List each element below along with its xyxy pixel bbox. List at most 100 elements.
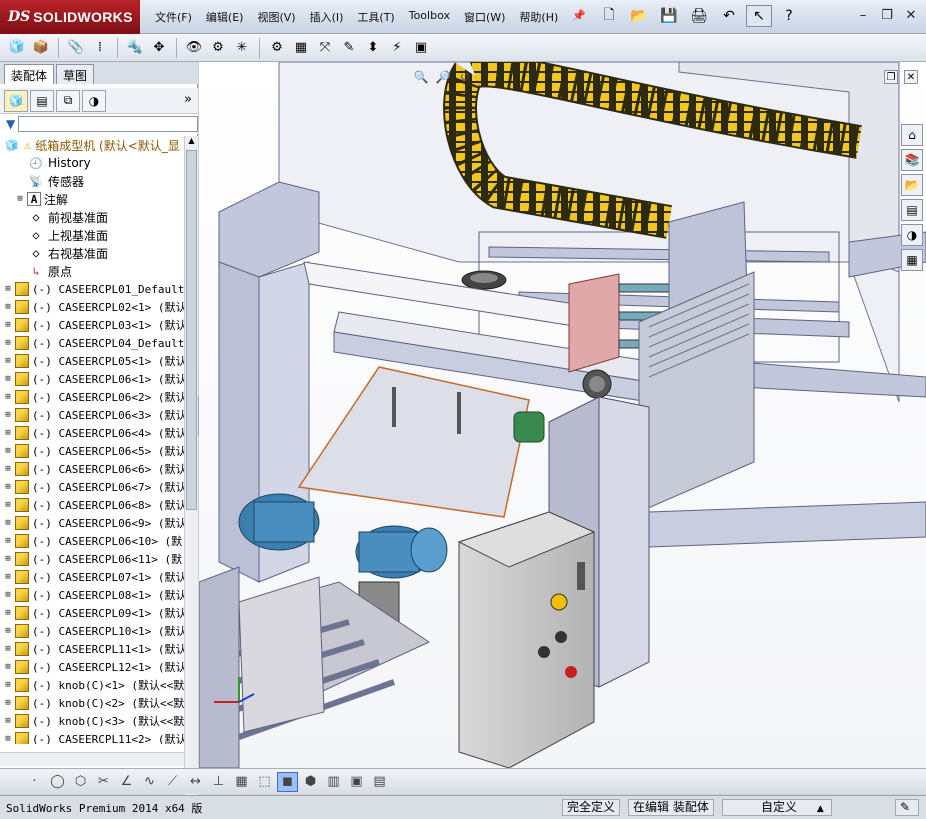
tree-item[interactable]: ⊞ (-) CASEERCPL02<1> (默认 (2, 298, 184, 316)
reference-geometry-icon[interactable]: ✳ (231, 37, 253, 59)
expand-plus-icon[interactable]: ⊞ (2, 374, 14, 384)
instant3d-icon[interactable]: ⬍ (362, 37, 384, 59)
viewport-close-icon[interactable]: ✕ (904, 70, 918, 84)
expand-plus-icon[interactable]: ⊞ (2, 464, 14, 474)
tree-item[interactable]: ⊞ A 注解 (14, 190, 184, 208)
tab-assembly[interactable]: 装配体 (4, 64, 55, 84)
display-manager-icon[interactable]: ◑ (82, 89, 106, 112)
restore-icon[interactable]: ❐ (876, 6, 898, 24)
tree-item[interactable]: ⊞ (-) CASEERCPL06<2> (默认 (2, 388, 184, 406)
edit-component-icon[interactable]: 🧊 (6, 37, 28, 59)
shaded-cube-icon[interactable]: ◼ (277, 771, 298, 792)
file-explorer-icon[interactable]: 📂 (901, 174, 923, 196)
tree-item[interactable]: ⊞ (-) CASEERCPL08<1> (默认 (2, 586, 184, 604)
tree-item[interactable]: ◇ 右视基准面 (14, 244, 184, 262)
spline-icon[interactable]: ∿ (139, 772, 160, 792)
tree-item[interactable]: ⊞ (-) CASEERCPL06<7> (默认 (2, 478, 184, 496)
grid-icon[interactable]: ▦ (231, 772, 252, 792)
tree-item[interactable]: ◇ 前视基准面 (14, 208, 184, 226)
units-dropdown-icon[interactable]: ▲ (817, 804, 824, 814)
tree-item[interactable]: ⊞ (-) CASEERCPL09<1> (默认 (2, 604, 184, 622)
scroll-thumb[interactable] (186, 150, 197, 510)
expand-plus-icon[interactable]: ⊞ (14, 194, 26, 204)
tree-item[interactable]: ⊞ (-) CASEERCPL06<10> (默 (2, 532, 184, 550)
configuration-manager-icon[interactable]: ⧉ (56, 89, 80, 112)
expand-plus-icon[interactable]: ⊞ (2, 626, 14, 636)
menu-insert[interactable]: 插入(I) (303, 9, 351, 25)
tree-item[interactable]: ⊞ (-) CASEERCPL07<1> (默认 (2, 568, 184, 586)
close-icon[interactable]: ✕ (900, 6, 922, 24)
pin-icon[interactable]: 📌 (565, 9, 593, 25)
menu-window[interactable]: 窗口(W) (457, 9, 512, 25)
expand-plus-icon[interactable]: ⊞ (2, 446, 14, 456)
previous-view-icon[interactable]: ↺ (455, 68, 475, 86)
point-icon[interactable]: · (24, 772, 45, 792)
filter-icon[interactable]: ▼ (6, 117, 15, 131)
menu-edit[interactable]: 编辑(E) (199, 9, 251, 25)
tree-item[interactable]: ⊞ (-) CASEERCPL06<4> (默认 (2, 424, 184, 442)
feature-manager-tree-icon[interactable]: 🧊 (4, 89, 28, 112)
tree-item[interactable]: ⊞ (-) CASEERCPL04_Default (2, 334, 184, 352)
dimension-icon[interactable]: ↔ (185, 772, 206, 792)
expand-plus-icon[interactable]: ⊞ (2, 536, 14, 546)
tree-item[interactable]: ⊞ (-) CASEERCPL06<1> (默认 (2, 370, 184, 388)
take-snapshot-icon[interactable]: ▣ (410, 37, 432, 59)
sketch-3d-icon[interactable]: ⬚ (254, 772, 275, 792)
appearances-icon[interactable]: ◑ (901, 224, 923, 246)
tree-item[interactable]: ⊞ (-) CASEERCPL11<2> (默认 (2, 730, 184, 744)
minimize-icon[interactable]: – (852, 6, 874, 24)
scroll-up-icon[interactable]: ▲ (185, 136, 198, 149)
tree-horizontal-scrollbar[interactable] (0, 752, 184, 766)
tree-item[interactable]: ⊞ (-) CASEERCPL11<1> (默认 (2, 640, 184, 658)
property-manager-icon[interactable]: ▤ (30, 89, 54, 112)
tree-item[interactable]: ⊞ (-) CASEERCPL03<1> (默认 (2, 316, 184, 334)
section-view-icon[interactable]: ▥ (323, 772, 344, 792)
expand-plus-icon[interactable]: ⊞ (2, 716, 14, 726)
centerline-icon[interactable]: ⟋ (162, 772, 183, 792)
expand-plus-icon[interactable]: ⊞ (2, 608, 14, 618)
tree-item[interactable]: ⊞ (-) CASEERCPL06<9> (默认 (2, 514, 184, 532)
tree-item[interactable]: ⊞ (-) CASEERCPL06<5> (默认 (2, 442, 184, 460)
expand-plus-icon[interactable]: ⊞ (2, 644, 14, 654)
zoom-to-area-icon[interactable]: 🔎 (433, 68, 453, 86)
trim-icon[interactable]: ✂ (93, 772, 114, 792)
tab-sketch[interactable]: 草图 (56, 64, 95, 84)
explode-line-sketch-icon[interactable]: ✎ (338, 37, 360, 59)
assembly-features-icon[interactable]: ⚙ (207, 37, 229, 59)
exploded-view-icon[interactable]: ⤧ (314, 37, 336, 59)
save-icon[interactable]: 💾 (656, 5, 682, 27)
circle-icon[interactable]: ◯ (47, 772, 68, 792)
expand-plus-icon[interactable]: ⊞ (2, 428, 14, 438)
menu-tools[interactable]: 工具(T) (350, 9, 401, 25)
expand-plus-icon[interactable]: ⊞ (2, 698, 14, 708)
linear-pattern-icon[interactable]: ⁞ (89, 37, 111, 59)
expand-plus-icon[interactable]: ⊞ (2, 284, 14, 294)
tree-item[interactable]: ⊞ (-) CASEERCPL12<1> (默认 (2, 658, 184, 676)
tree-item[interactable]: ⊞ (-) knob(C)<1> (默认<<默 (2, 676, 184, 694)
tree-item[interactable]: ⊞ (-) CASEERCPL06<3> (默认 (2, 406, 184, 424)
tree-item[interactable]: 🕘 History (14, 154, 184, 172)
menu-view[interactable]: 视图(V) (250, 9, 302, 25)
expand-plus-icon[interactable]: ⊞ (2, 482, 14, 492)
expand-chevron-icon[interactable]: » (184, 92, 192, 107)
smart-fasteners-icon[interactable]: 🔩 (124, 37, 146, 59)
new-motion-study-icon[interactable]: ⚙ (266, 37, 288, 59)
expand-plus-icon[interactable]: ⊞ (2, 734, 14, 744)
line-icon[interactable]: ∠ (116, 772, 137, 792)
expand-plus-icon[interactable]: ⊞ (2, 662, 14, 672)
select-pointer-icon[interactable]: ↖ (746, 5, 772, 27)
view-orientation-icon[interactable]: ⬢ (300, 772, 321, 792)
tree-item[interactable]: ◇ 上视基准面 (14, 226, 184, 244)
print-icon[interactable]: 🖨 (686, 5, 712, 27)
tree-item[interactable]: ⊞ (-) CASEERCPL10<1> (默认 (2, 622, 184, 640)
expand-plus-icon[interactable]: ⊞ (2, 356, 14, 366)
design-library-icon[interactable]: 📚 (901, 149, 923, 171)
expand-plus-icon[interactable]: ⊞ (2, 410, 14, 420)
tree-vertical-scrollbar[interactable]: ▲ ▼ (184, 136, 198, 810)
view-palette-icon[interactable]: ▤ (901, 199, 923, 221)
filter-input[interactable] (18, 116, 198, 132)
custom-properties-icon[interactable]: ▦ (901, 249, 923, 271)
mate-icon[interactable]: 📎 (65, 37, 87, 59)
help-icon[interactable]: ? (776, 5, 802, 27)
tree-item[interactable]: ⊞ (-) knob(C)<2> (默认<<默 (2, 694, 184, 712)
